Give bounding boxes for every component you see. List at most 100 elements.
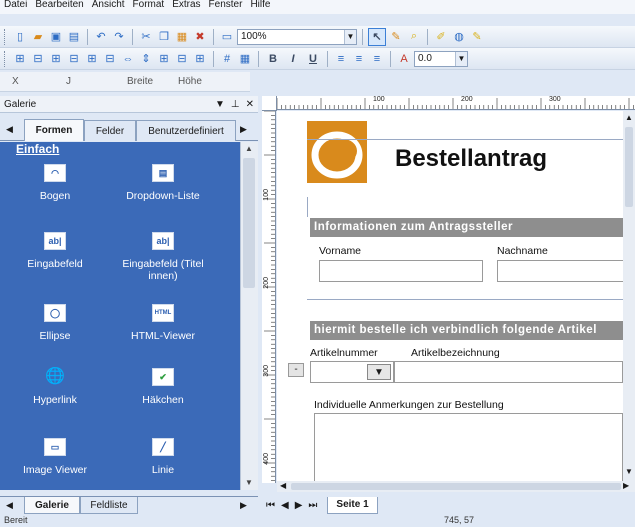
tab-scroll-right-icon[interactable]: ▶ [240, 124, 247, 135]
chevron-down-icon[interactable]: ▼ [367, 364, 391, 380]
next-sheet-icon[interactable]: ▶ [295, 500, 303, 511]
last-sheet-icon[interactable]: ⏭ [308, 500, 317, 511]
tab-felder[interactable]: Felder [84, 120, 136, 141]
label-anmerkungen[interactable]: Individuelle Anmerkungen zur Bestellung [314, 399, 504, 411]
toolbar-grip[interactable] [4, 28, 7, 45]
tab-scroll-right-icon[interactable]: ▶ [240, 500, 247, 511]
grid-icon[interactable]: # [219, 51, 235, 67]
gallery-item-hyperlink[interactable]: 🌐 Hyperlink [0, 368, 110, 407]
highlight-icon[interactable]: ✎ [469, 29, 485, 45]
distribute-v-icon[interactable]: ⊟ [174, 51, 190, 67]
menu-datei[interactable]: Datei [4, 0, 27, 12]
artikelnummer-dropdown[interactable]: ▼ [310, 361, 394, 383]
label-nachname[interactable]: Nachname [497, 245, 548, 257]
scroll-thumb[interactable] [243, 158, 255, 288]
text-align-center-icon[interactable]: ≡ [351, 51, 367, 67]
bold-button[interactable]: B [264, 50, 282, 68]
view-icon[interactable]: ▭ [219, 29, 235, 45]
copy-icon[interactable]: ❐ [156, 29, 172, 45]
scroll-up-icon[interactable]: ▲ [625, 113, 633, 122]
same-width-icon[interactable]: ⇔ [120, 51, 136, 67]
chevron-down-icon[interactable]: ▼ [455, 51, 467, 66]
zoom-select[interactable]: 100% ▼ [237, 28, 357, 45]
scroll-up-icon[interactable]: ▲ [245, 144, 253, 153]
underline-button[interactable]: U [304, 50, 322, 68]
gallery-item-haekchen[interactable]: ✔ Häkchen [108, 368, 218, 406]
tab-benutzerdefiniert[interactable]: Benutzerdefiniert [136, 120, 236, 141]
toolbar-grip[interactable] [4, 50, 7, 67]
report-canvas[interactable]: Bestellantrag Informationen zum Antragss… [277, 111, 623, 481]
undo-icon[interactable]: ↶ [93, 29, 109, 45]
scroll-thumb[interactable] [625, 127, 633, 207]
x-field-label[interactable]: X [12, 76, 19, 87]
paint-icon[interactable]: ✎ [388, 29, 404, 45]
new-document-icon[interactable]: ▯ [12, 29, 28, 45]
remove-row-button[interactable]: - [288, 363, 304, 377]
cut-icon[interactable]: ✂ [138, 29, 154, 45]
section-einfach[interactable]: Einfach [16, 142, 59, 157]
zoom-tool-icon[interactable]: ⌕ [406, 29, 422, 45]
align-bottom-icon[interactable]: ⊟ [102, 51, 118, 67]
gallery-item-ellipse[interactable]: ◯ Ellipse [0, 304, 110, 342]
menu-bearbeiten[interactable]: Bearbeiten [35, 0, 83, 12]
select-tool-icon[interactable]: ↖ [368, 27, 386, 46]
sheet-tab-seite1[interactable]: Seite 1 [327, 496, 378, 514]
paste-icon[interactable]: ▦ [174, 29, 190, 45]
snap-icon[interactable]: ▦ [237, 51, 253, 67]
tab-feldliste[interactable]: Feldliste [80, 497, 138, 514]
save-icon[interactable]: ▣ [48, 29, 64, 45]
menu-extras[interactable]: Extras [172, 0, 200, 12]
section-header-antragssteller[interactable]: Informationen zum Antragssteller [310, 218, 623, 237]
align-right-icon[interactable]: ⊞ [48, 51, 64, 67]
gallery-item-linie[interactable]: ╱ Linie [108, 438, 218, 476]
canvas-horizontal-scrollbar[interactable]: ◀ ▶ [277, 481, 635, 492]
gallery-item-eingabefeld-titel[interactable]: ab| Eingabefeld (Titel innen) [108, 232, 218, 282]
scroll-down-icon[interactable]: ▼ [245, 478, 253, 487]
scroll-left-icon[interactable]: ◀ [280, 481, 286, 490]
report-title[interactable]: Bestellantrag [395, 145, 547, 173]
artikelbezeichnung-field[interactable] [394, 361, 623, 383]
text-align-left-icon[interactable]: ≡ [333, 51, 349, 67]
menu-format[interactable]: Format [133, 0, 165, 12]
height-field-label[interactable]: Höhe [178, 76, 202, 87]
gallery-item-eingabefeld[interactable]: ab| Eingabefeld [0, 232, 110, 270]
pin-icon[interactable]: ⊥ [231, 99, 240, 110]
scroll-right-icon[interactable]: ▶ [623, 481, 629, 490]
tab-galerie[interactable]: Galerie [24, 497, 80, 514]
fill-color-icon[interactable]: ◍ [451, 29, 467, 45]
center-h-icon[interactable]: ⊞ [192, 51, 208, 67]
section-header-bestellung[interactable]: hiermit bestelle ich verbindlich folgend… [310, 321, 623, 340]
label-vorname[interactable]: Vorname [319, 245, 361, 257]
text-align-right-icon[interactable]: ≡ [369, 51, 385, 67]
tab-formen[interactable]: Formen [24, 119, 84, 141]
align-center-icon[interactable]: ⊟ [30, 51, 46, 67]
label-artikelbezeichnung[interactable]: Artikelbezeichnung [411, 347, 500, 359]
italic-button[interactable]: I [284, 50, 302, 68]
first-sheet-icon[interactable]: ⏮ [266, 500, 275, 511]
width-field-label[interactable]: Breite [127, 76, 153, 87]
close-icon[interactable]: ✕ [246, 99, 254, 110]
same-height-icon[interactable]: ⇕ [138, 51, 154, 67]
gallery-item-bogen[interactable]: ◠ Bogen [0, 164, 110, 202]
gallery-item-image-viewer[interactable]: ▭ Image Viewer [0, 438, 110, 476]
vorname-field[interactable] [319, 260, 483, 282]
align-left-icon[interactable]: ⊞ [12, 51, 28, 67]
scroll-down-icon[interactable]: ▼ [625, 467, 633, 476]
redo-icon[interactable]: ↷ [111, 29, 127, 45]
delete-icon[interactable]: ✖ [192, 29, 208, 45]
chevron-down-icon[interactable]: ▼ [344, 29, 356, 44]
align-top-icon[interactable]: ⊟ [66, 51, 82, 67]
print-icon[interactable]: ▤ [66, 29, 82, 45]
anmerkungen-textarea[interactable] [314, 413, 623, 481]
line-width-select[interactable]: 0.0 ▼ [414, 50, 468, 67]
chevron-down-icon[interactable]: ▼ [215, 99, 225, 110]
nachname-field[interactable] [497, 260, 623, 282]
align-middle-icon[interactable]: ⊞ [84, 51, 100, 67]
gallery-item-dropdown[interactable]: ▤ Dropdown-Liste [108, 164, 218, 202]
distribute-h-icon[interactable]: ⊞ [156, 51, 172, 67]
menu-hilfe[interactable]: Hilfe [250, 0, 270, 12]
y-field-label[interactable]: J [66, 76, 71, 87]
scroll-thumb[interactable] [291, 483, 621, 490]
line-color-icon[interactable]: ✐ [433, 29, 449, 45]
font-color-icon[interactable]: A [396, 51, 412, 67]
